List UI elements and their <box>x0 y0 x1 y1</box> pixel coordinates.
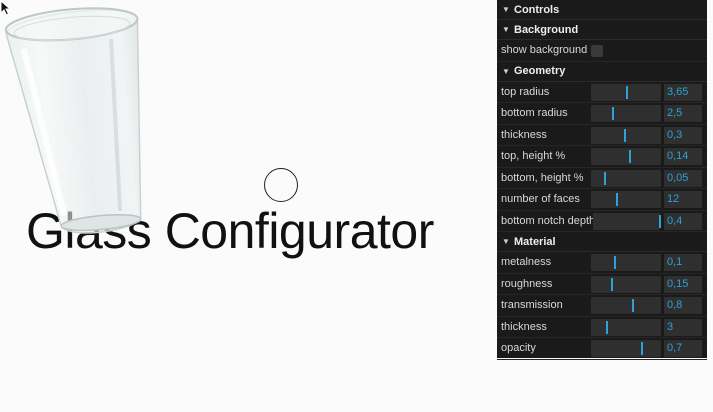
row-label: thickness <box>501 128 547 141</box>
slider-track[interactable] <box>591 191 661 208</box>
slider-handle[interactable] <box>605 320 608 334</box>
row-label: bottom, height % <box>501 171 584 184</box>
slider-handle[interactable] <box>616 193 619 206</box>
pointer-arrow-icon <box>0 0 12 16</box>
3d-canvas[interactable]: Glass Configurator <box>0 0 497 412</box>
number-input[interactable]: 0,1 <box>664 254 702 271</box>
number-input[interactable]: 12 <box>664 191 702 208</box>
cursor-ring-indicator <box>264 168 298 202</box>
folder-background[interactable]: ▼ Background <box>497 20 707 40</box>
number-input[interactable]: 0,7 <box>664 340 702 357</box>
slider-track[interactable] <box>591 148 661 165</box>
row-roughness: roughness 0,15 <box>497 274 707 295</box>
row-top-height-: top, height % 0,14 <box>497 146 707 168</box>
controls-header[interactable]: ▼ Controls <box>497 0 707 20</box>
slider-track[interactable] <box>591 318 661 336</box>
slider-handle[interactable] <box>628 150 631 163</box>
folder-title: Geometry <box>514 65 566 77</box>
chevron-down-icon: ▼ <box>502 25 510 34</box>
slider-track[interactable] <box>591 105 661 122</box>
number-input[interactable]: 0,4 <box>664 212 702 230</box>
slider-handle[interactable] <box>604 171 607 185</box>
row-bottom-notch-depth: bottom notch depth 0,4 <box>497 211 707 232</box>
number-input[interactable]: 0,15 <box>664 275 702 293</box>
row-label: top, height % <box>501 150 566 163</box>
row-label: metalness <box>501 256 552 269</box>
row-thickness: thickness 3 <box>497 317 707 338</box>
row-label: number of faces <box>501 193 580 206</box>
slider-track[interactable] <box>591 254 661 271</box>
chevron-down-icon: ▼ <box>502 66 510 76</box>
row-show-background: show background <box>497 40 707 62</box>
slider-handle[interactable] <box>614 256 617 269</box>
slider-handle[interactable] <box>611 277 614 291</box>
slider-track[interactable] <box>591 126 661 144</box>
number-input[interactable]: 0,05 <box>664 169 702 187</box>
folder-geometry[interactable]: ▼ Geometry <box>497 61 707 82</box>
row-bottom-radius: bottom radius 2,5 <box>497 103 707 125</box>
row-label: bottom radius <box>501 107 568 120</box>
row-label: roughness <box>501 277 553 290</box>
number-input[interactable]: 0,8 <box>664 297 702 314</box>
controls-panel: ▼ Controls ▼ Background show background … <box>497 0 707 360</box>
row-thickness: thickness 0,3 <box>497 125 707 146</box>
number-input[interactable]: 0,3 <box>664 126 702 144</box>
folder-title: Material <box>514 235 556 248</box>
slider-handle[interactable] <box>631 299 634 312</box>
row-label: top radius <box>501 85 550 98</box>
row-label: thickness <box>501 320 547 333</box>
row-metalness: metalness 0,1 <box>497 252 707 274</box>
slider-handle[interactable] <box>626 85 628 99</box>
glass-model <box>4 7 142 234</box>
slider-handle[interactable] <box>641 342 644 355</box>
slider-track[interactable] <box>593 212 662 230</box>
controls-title: Controls <box>514 3 560 16</box>
number-input[interactable]: 2,5 <box>664 105 702 122</box>
slider-handle[interactable] <box>612 107 614 120</box>
slider-track[interactable] <box>591 275 661 293</box>
row-label: transmission <box>501 299 563 312</box>
row-number-of-faces: number of faces 12 <box>497 189 707 211</box>
folder-title: Background <box>514 23 579 36</box>
row-bottom-height-: bottom, height % 0,05 <box>497 168 707 189</box>
chevron-down-icon: ▼ <box>502 5 510 14</box>
folder-material[interactable]: ▼ Material <box>497 232 707 252</box>
row-opacity: opacity 0,7 <box>497 338 707 360</box>
show-background-checkbox[interactable] <box>591 45 603 57</box>
slider-track[interactable] <box>591 340 661 357</box>
number-input[interactable]: 0,14 <box>664 148 702 165</box>
slider-handle[interactable] <box>659 214 662 228</box>
row-label: show background <box>501 44 588 57</box>
number-input[interactable]: 3,65 <box>664 83 702 101</box>
number-input[interactable]: 3 <box>664 318 702 336</box>
row-label: bottom notch depth <box>501 214 596 227</box>
slider-track[interactable] <box>591 297 661 314</box>
slider-handle[interactable] <box>623 128 626 142</box>
slider-track[interactable] <box>591 83 661 101</box>
row-label: opacity <box>501 342 536 355</box>
slider-track[interactable] <box>591 169 661 187</box>
row-transmission: transmission 0,8 <box>497 295 707 317</box>
chevron-down-icon: ▼ <box>502 237 510 246</box>
row-top-radius: top radius 3,65 <box>497 82 707 103</box>
